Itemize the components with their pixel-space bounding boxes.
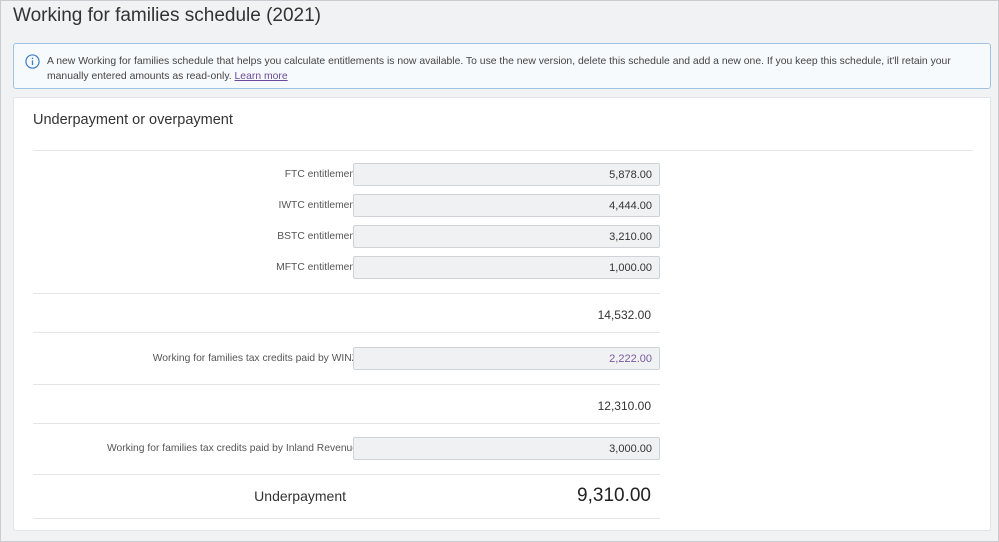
mftc-label: MFTC entitlement: [276, 262, 358, 273]
divider-4: [33, 423, 660, 424]
divider-1: [33, 293, 660, 294]
section-title: Underpayment or overpayment: [33, 112, 233, 128]
iwtc-entitlement-field[interactable]: 4,444.00: [353, 194, 660, 217]
iwtc-label: IWTC entitlement: [278, 200, 358, 211]
ird-label: Working for families tax credits paid by…: [106, 443, 358, 454]
bstc-label: BSTC entitlement: [277, 231, 358, 242]
schedule-card: Underpayment or overpayment FTC entitlem…: [13, 97, 991, 531]
bstc-entitlement-field[interactable]: 3,210.00: [353, 225, 660, 248]
ftc-entitlement-field[interactable]: 5,878.00: [353, 163, 660, 186]
ftc-label: FTC entitlement: [284, 169, 358, 180]
divider-6: [33, 518, 660, 519]
entitlement-total: 14,532.00: [597, 308, 651, 322]
winz-credits-field[interactable]: 2,222.00: [353, 347, 660, 370]
result-label: Underpayment: [254, 488, 346, 504]
info-icon: [25, 54, 40, 69]
mftc-entitlement-field[interactable]: 1,000.00: [353, 256, 660, 279]
page-title: Working for families schedule (2021): [13, 5, 322, 26]
after-winz-total: 12,310.00: [597, 399, 651, 413]
window-frame: Working for families schedule (2021) A n…: [0, 0, 999, 542]
section-divider: [33, 150, 973, 151]
divider-3: [33, 384, 660, 385]
banner-message: A new Working for families schedule that…: [47, 54, 976, 84]
divider-2: [33, 332, 660, 333]
winz-label: Working for families tax credits paid by…: [152, 353, 358, 364]
divider-5: [33, 474, 660, 475]
ird-credits-field[interactable]: 3,000.00: [353, 437, 660, 460]
learn-more-link[interactable]: Learn more: [235, 71, 288, 82]
banner-text: A new Working for families schedule that…: [47, 56, 951, 82]
info-banner: A new Working for families schedule that…: [13, 43, 991, 89]
result-value: 9,310.00: [577, 485, 651, 506]
